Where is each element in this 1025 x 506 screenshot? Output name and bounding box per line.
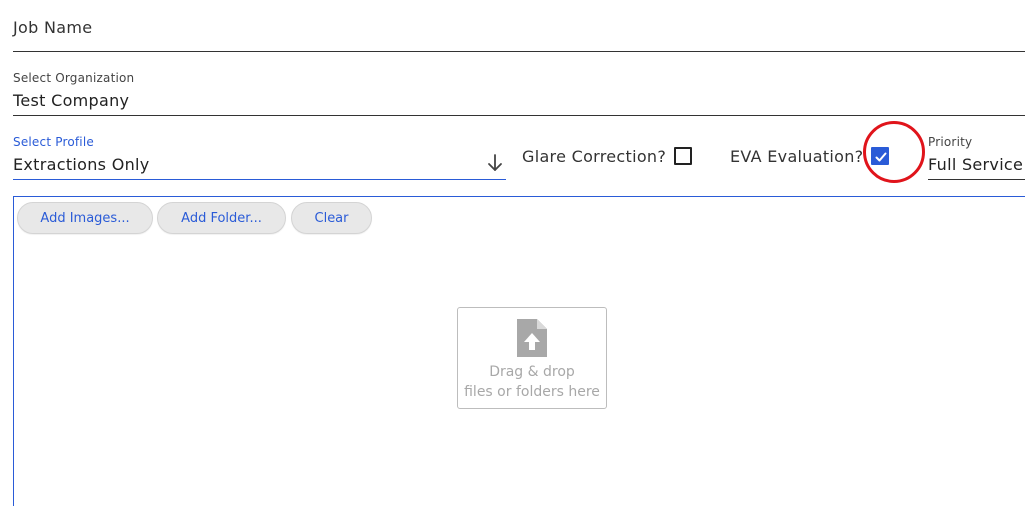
- profile-select[interactable]: Select Profile Extractions Only: [13, 128, 506, 180]
- eva-evaluation-label: EVA Evaluation?: [730, 146, 864, 166]
- arrow-down-icon[interactable]: [486, 152, 504, 174]
- profile-value: Extractions Only: [13, 155, 150, 174]
- file-upload-icon: [517, 319, 547, 357]
- glare-correction-option[interactable]: Glare Correction?: [522, 144, 693, 168]
- glare-correction-label: Glare Correction?: [522, 146, 667, 166]
- file-dropzone[interactable]: Add Images... Add Folder... Clear Drag &…: [13, 196, 1025, 506]
- drop-target[interactable]: Drag & drop files or folders here: [457, 307, 607, 409]
- drop-instruction-line2: files or folders here: [464, 384, 600, 400]
- add-images-button[interactable]: Add Images...: [17, 202, 153, 234]
- add-folder-button[interactable]: Add Folder...: [157, 202, 286, 234]
- job-name-field[interactable]: Job Name: [13, 0, 1025, 52]
- eva-evaluation-option[interactable]: EVA Evaluation?: [730, 144, 890, 168]
- drop-instruction-line1: Drag & drop: [489, 364, 575, 380]
- checkmark-icon: [875, 152, 887, 162]
- profile-label: Select Profile: [13, 135, 94, 149]
- priority-label: Priority: [928, 135, 973, 149]
- organization-select[interactable]: Select Organization Test Company: [13, 64, 1025, 116]
- organization-label: Select Organization: [13, 71, 135, 85]
- priority-select[interactable]: Priority Full Service: [928, 128, 1025, 180]
- glare-correction-checkbox[interactable]: [674, 147, 693, 165]
- eva-evaluation-checkbox[interactable]: [871, 147, 890, 165]
- clear-button[interactable]: Clear: [291, 202, 372, 234]
- priority-value: Full Service: [928, 155, 1024, 174]
- job-name-label: Job Name: [13, 18, 93, 37]
- organization-value: Test Company: [13, 91, 130, 110]
